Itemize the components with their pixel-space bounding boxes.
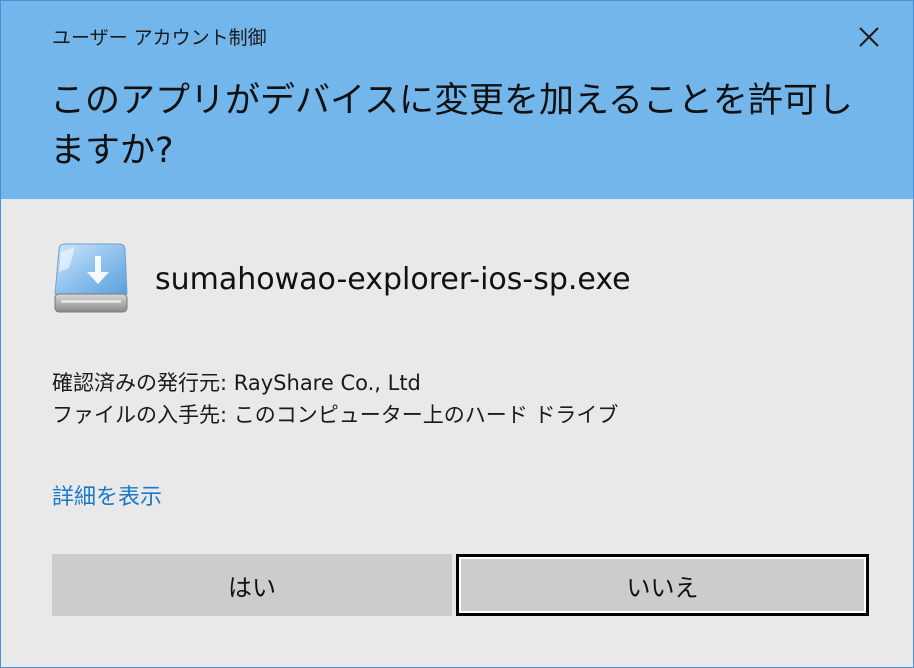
dialog-header: ユーザー アカウント制御 このアプリがデバイスに変更を加えることを許可しますか?	[1, 1, 913, 199]
yes-button[interactable]: はい	[52, 554, 452, 616]
file-origin-info: ファイルの入手先: このコンピューター上のハード ドライブ	[52, 403, 619, 427]
close-icon	[859, 27, 879, 47]
publisher-info: 確認済みの発行元: RayShare Co., Ltd	[52, 371, 421, 395]
dialog-title: ユーザー アカウント制御	[52, 27, 267, 49]
drive-download-icon	[54, 243, 128, 313]
uac-dialog: ユーザー アカウント制御 このアプリがデバイスに変更を加えることを許可しますか?	[0, 0, 914, 668]
show-details-link[interactable]: 詳細を表示	[52, 479, 162, 511]
close-button[interactable]	[847, 15, 891, 59]
no-button[interactable]: いいえ	[456, 554, 869, 616]
prompt-question: このアプリがデバイスに変更を加えることを許可しますか?	[50, 81, 853, 171]
file-name: sumahowao-explorer-ios-sp.exe	[155, 262, 631, 297]
